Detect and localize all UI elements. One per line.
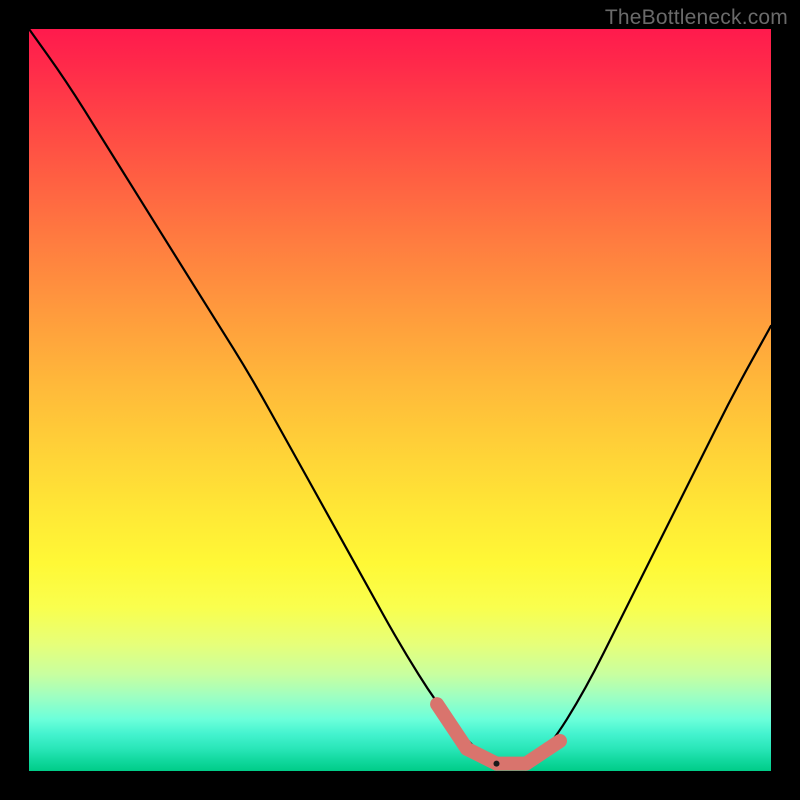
plot-area — [29, 29, 771, 771]
markers-group — [437, 704, 560, 766]
watermark-text: TheBottleneck.com — [605, 6, 788, 30]
min-point-dot — [494, 761, 500, 767]
marker-left-end — [437, 704, 467, 749]
curve-group — [29, 29, 771, 764]
bottleneck-curve — [29, 29, 771, 764]
chart-svg — [29, 29, 771, 771]
chart-frame: TheBottleneck.com — [0, 0, 800, 800]
marker-right-end — [548, 741, 560, 749]
